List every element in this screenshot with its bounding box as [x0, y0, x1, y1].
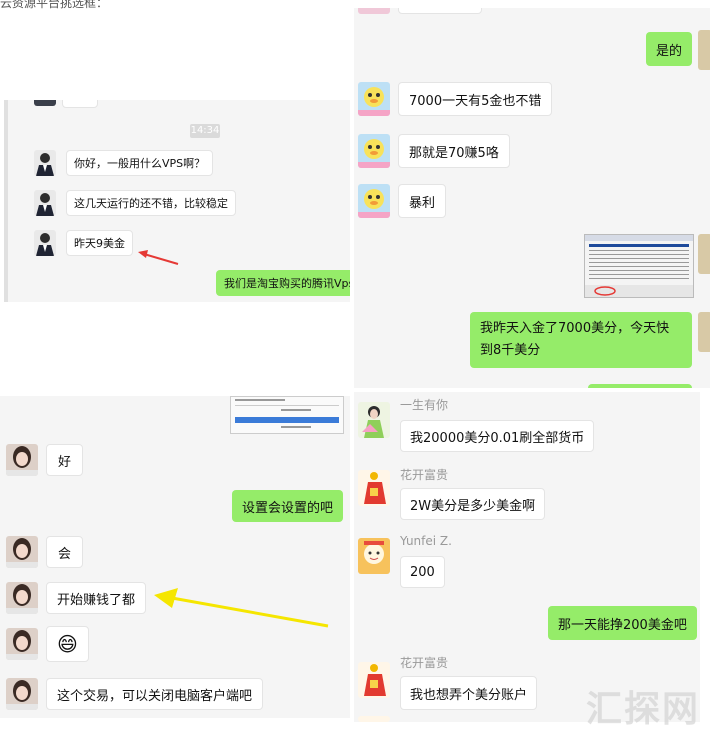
avatar: [698, 312, 710, 352]
emoji-bubble: 😄: [46, 626, 89, 662]
screenshot-thumbnail[interactable]: [584, 234, 694, 298]
caption-text: 云资源平台挑选框：: [0, 0, 109, 10]
avatar: [6, 628, 38, 660]
time-stamp: 14:34: [190, 124, 220, 138]
yellow-arrow-icon: [154, 588, 329, 628]
message-bubble: 这个交易，可以关闭电脑客户端吧: [46, 678, 264, 710]
avatar: [358, 538, 390, 574]
sender-name: 花开富贵: [400, 468, 449, 482]
avatar: [358, 184, 390, 218]
avatar: [358, 662, 390, 698]
message-bubble: 你好，一般用什么VPS啊？: [66, 150, 214, 176]
grin-icon: 😄: [57, 632, 78, 656]
watermark: 汇探网: [586, 689, 701, 730]
avatar: [358, 402, 390, 438]
chat-panel-top-right: 是的 7000一天有5金也不错 那就是70赚5咯 暴利 我昨天入金了7000美分…: [354, 8, 710, 388]
message-bubble: 会: [46, 536, 84, 568]
message-bubble: 昨天9美金: [66, 230, 133, 256]
avatar: [358, 82, 390, 116]
message-bubble: 7000一天有5金也不错: [398, 82, 553, 116]
avatar: [358, 8, 390, 14]
partial-bubble: [588, 384, 692, 388]
message-bubble: 我也想弄个美分账户: [400, 676, 538, 710]
avatar: [34, 150, 56, 176]
chat-panel-bottom-right: 一生有你 我20000美分0.01刷全部货币 花开富贵 2W美分是多少美金啊 Y…: [354, 392, 700, 722]
message-bubble: 设置会设置的吧: [232, 490, 344, 522]
sender-name: Yunfei Z.: [400, 534, 452, 548]
avatar: [358, 134, 390, 168]
message-bubble: 2W美分是多少美金啊: [400, 488, 546, 520]
message-bubble: 是的: [646, 32, 693, 66]
message-bubble: 我20000美分0.01刷全部货币: [400, 420, 595, 452]
avatar: [358, 716, 390, 722]
partial-bubble: [62, 100, 98, 108]
avatar: [34, 190, 56, 216]
avatar: [6, 678, 38, 710]
red-arrow-icon: [138, 250, 179, 265]
message-bubble: 这几天运行的还不错，比较稳定: [66, 190, 236, 216]
partial-bubble: [398, 8, 482, 14]
avatar: [6, 582, 38, 614]
message-bubble: 我昨天入金了7000美分，今天快到8千美分: [470, 312, 692, 368]
message-bubble: 200: [400, 556, 445, 588]
message-bubble: 我们是淘宝购买的腾讯Vps: [216, 270, 350, 296]
screenshot-thumbnail[interactable]: [230, 396, 344, 434]
chat-panel-top-left: 14:34 你好，一般用什么VPS啊？ 这几天运行的还不错，比较稳定 昨天9美金…: [4, 100, 350, 302]
avatar: [698, 30, 710, 70]
avatar: [6, 536, 38, 568]
message-bubble: 那一天能挣200美金吧: [548, 606, 697, 640]
chat-panel-bottom-left: 好 设置会设置的吧 会 开始赚钱了都 😄 这个交易，可以关闭电脑客户端吧: [0, 396, 350, 718]
message-bubble: 开始赚钱了都: [46, 582, 147, 614]
sender-name: 一生有你: [400, 398, 449, 412]
avatar: [358, 470, 390, 506]
message-bubble: 好: [46, 444, 84, 476]
message-bubble: 暴利: [398, 184, 447, 218]
avatar: [34, 100, 56, 106]
message-bubble: 那就是70赚5咯: [398, 134, 510, 168]
avatar: [698, 234, 710, 274]
avatar: [34, 230, 56, 256]
avatar: [6, 444, 38, 476]
sender-name: 花开富贵: [400, 656, 449, 670]
message-text: 我昨天入金了7000美分，今天快到8千美分: [480, 321, 670, 358]
